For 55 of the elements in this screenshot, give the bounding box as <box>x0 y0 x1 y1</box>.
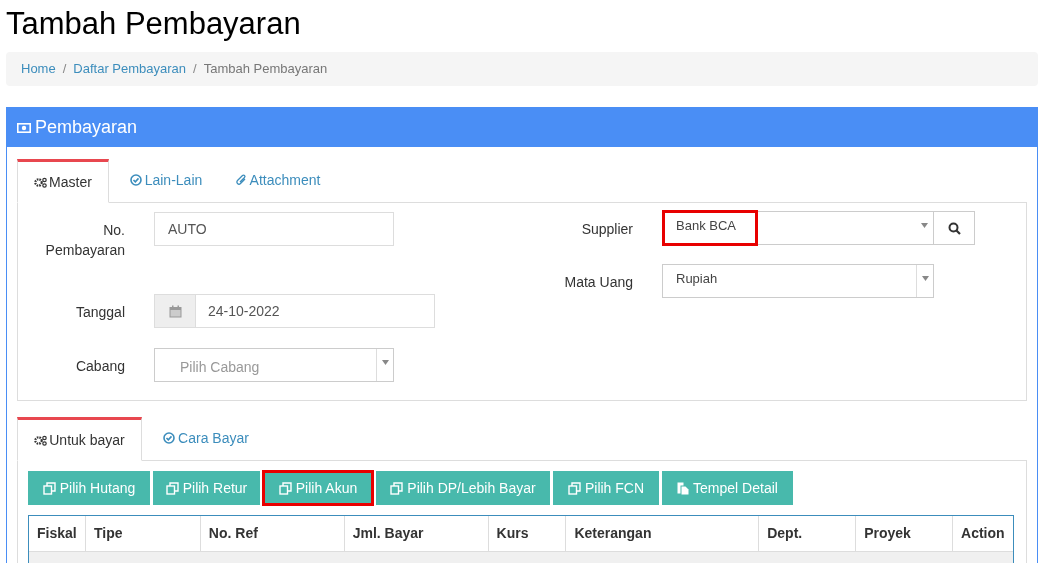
action-button[interactable]: Pilih Akun <box>263 471 373 505</box>
field-label: Mata Uang <box>563 273 633 292</box>
copy-icon <box>165 481 179 495</box>
page-title: Tambah Pembayaran <box>6 5 302 43</box>
text-field[interactable]: AUTO <box>154 212 394 246</box>
dropdown-caret-icon <box>921 223 928 228</box>
column-header: Jml. Bayar <box>344 516 489 551</box>
column-header: Action <box>960 524 1006 543</box>
select-field[interactable]: Pilih Cabang <box>154 348 394 382</box>
tab[interactable]: Cara Bayar <box>142 416 270 460</box>
tab[interactable]: Untuk bayar <box>17 417 142 461</box>
action-button[interactable]: Pilih DP/Lebih Bayar <box>376 471 550 505</box>
copy-icon <box>390 481 404 495</box>
column-header: Keterangan <box>566 516 760 551</box>
paste-icon <box>677 481 690 495</box>
action-button[interactable]: Pilih FCN <box>553 471 659 505</box>
field-label: No. Pembayaran <box>44 221 125 260</box>
search-icon <box>947 221 961 235</box>
breadcrumb-separator: / <box>61 60 68 79</box>
breadcrumb-link[interactable]: Home <box>21 59 56 79</box>
field-label: Cabang <box>74 357 125 376</box>
breadcrumb-separator: / <box>192 60 198 79</box>
date-field[interactable]: 24-10-2022 <box>195 294 435 328</box>
gears-icon <box>34 434 48 446</box>
dropdown-caret-icon <box>921 276 929 281</box>
action-button[interactable]: Tempel Detail <box>662 471 793 505</box>
column-header: Dept. <box>759 516 857 551</box>
tab[interactable]: Attachment <box>223 158 333 202</box>
breadcrumb-current: Tambah Pembayaran <box>203 60 328 79</box>
panel-title: Pembayaran <box>35 116 138 139</box>
field-label: Supplier <box>580 220 633 239</box>
breadcrumb-link[interactable]: Daftar Pembayaran <box>73 59 187 79</box>
search-button[interactable] <box>934 211 975 245</box>
gears-icon <box>34 176 48 188</box>
copy-icon <box>567 481 581 495</box>
check-circle-icon <box>163 432 176 444</box>
column-header: Proyek <box>856 516 954 551</box>
check-circle-icon <box>129 174 142 186</box>
tab[interactable]: Lain-Lain <box>109 158 223 202</box>
column-header: Fiskal <box>29 516 86 551</box>
column-header: Tipe <box>85 516 201 551</box>
paperclip-icon <box>235 174 247 186</box>
tab[interactable]: Master <box>17 159 109 203</box>
select-field[interactable]: Bank BCA <box>662 211 934 245</box>
field-label: Tanggal <box>74 303 125 322</box>
action-button[interactable]: Pilih Retur <box>153 471 260 505</box>
dropdown-caret-icon <box>381 360 389 365</box>
copy-icon <box>278 481 292 495</box>
select-field[interactable]: Rupiah <box>662 264 934 298</box>
action-button[interactable]: Pilih Hutang <box>28 471 150 505</box>
calendar-icon <box>168 304 182 318</box>
money-icon <box>17 122 31 133</box>
copy-icon <box>42 481 56 495</box>
column-header: Kurs <box>488 516 567 551</box>
column-header: No. Ref <box>200 516 345 551</box>
